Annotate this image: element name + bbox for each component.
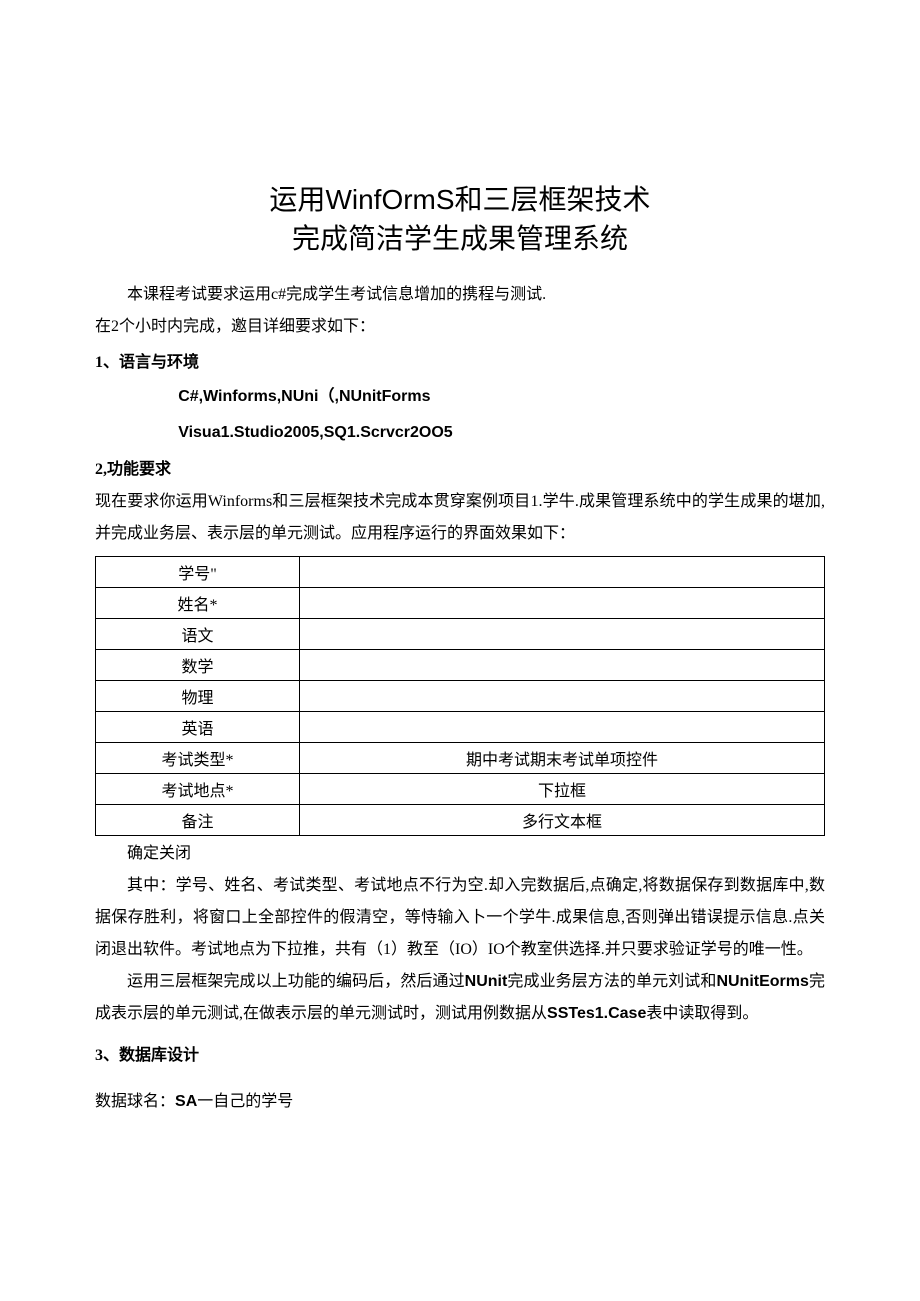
cell-value (300, 680, 825, 711)
cell-value: 多行文本框 (300, 804, 825, 835)
table-row: 姓名* (96, 587, 825, 618)
cell-label: 姓名* (96, 587, 300, 618)
cell-label: 英语 (96, 711, 300, 742)
table-row: 学号" (96, 556, 825, 587)
cell-value (300, 587, 825, 618)
p3-bold-2: NUnitEorms (716, 973, 808, 990)
sec2-head-text: 2,功能要求 (95, 461, 171, 478)
p3-part-d: 表中读取得到。 (646, 1005, 758, 1022)
sec3-head-text: 3、数据库设计 (95, 1047, 199, 1064)
time-requirement: 在2个小时内完成，邀目详细要求如下： (95, 311, 825, 343)
table-row: 备注 多行文本框 (96, 804, 825, 835)
code-line-1: C#,Winforms,NUni（,NUnitForms (178, 379, 825, 414)
section-1-heading: 1、语言与环境 (95, 347, 825, 379)
table-row: 考试地点* 下拉框 (96, 773, 825, 804)
table-row: 英语 (96, 711, 825, 742)
title-part-2: 和三层框架技术 (455, 185, 651, 216)
sec3-p1b: 一自己的学号 (197, 1093, 293, 1110)
cell-label: 考试地点* (96, 773, 300, 804)
title-line-2: 完成简洁学生成果管理系统 (292, 224, 628, 255)
section-2-p3: 运用三层框架完成以上功能的编码后，然后通过NUnit完成业务层方法的单元刘试和N… (95, 966, 825, 1030)
table-row: 物理 (96, 680, 825, 711)
cell-value (300, 618, 825, 649)
time-req-text: 在2个小时内完成，邀目详细要求如下： (95, 318, 375, 335)
title-latin: WinfOrmS (325, 184, 454, 215)
cell-value: 下拉框 (300, 773, 825, 804)
form-table: 学号" 姓名* 语文 数学 物理 英语 考试类型* 期中考试期末考试单项控件 考 (95, 556, 825, 836)
sec3-bold: SA (175, 1093, 197, 1110)
cell-label: 物理 (96, 680, 300, 711)
table-row: 数学 (96, 649, 825, 680)
p3-part-b: 完成业务层方法的单元刘试和 (507, 973, 716, 990)
p3-bold-3: SSTes1.Case (547, 1005, 646, 1022)
section-2-p2: 其中：学号、姓名、考试类型、考试地点不行为空.却入完数据后,点确定,将数据保存到… (95, 870, 825, 966)
title-part-1: 运用 (269, 185, 325, 216)
cell-label: 学号" (96, 556, 300, 587)
cell-value (300, 711, 825, 742)
cell-label: 数学 (96, 649, 300, 680)
sec3-p1a: 数据球名： (95, 1093, 175, 1110)
sec1-head-text: 1、语言与环境 (95, 354, 199, 371)
p3-part-a: 运用三层框架完成以上功能的编码后，然后通过 (127, 973, 465, 990)
intro-text: 本课程考试要求运用c#完成学生考试信息增加的携程与测试. (127, 286, 546, 303)
intro-paragraph: 本课程考试要求运用c#完成学生考试信息增加的携程与测试. (95, 279, 825, 311)
below-table-text: 确定关闭 (95, 838, 825, 870)
document-title: 运用WinfOrmS和三层框架技术 完成简洁学生成果管理系统 (95, 180, 825, 259)
section-3-heading: 3、数据库设计 (95, 1040, 825, 1072)
cell-label: 备注 (96, 804, 300, 835)
section-2-p1: 现在要求你运用Winforms和三层框架技术完成本贯穿案例项目1.学牛.成果管理… (95, 486, 825, 550)
section-3-p1: 数据球名：SA一自己的学号 (95, 1086, 825, 1118)
cell-value: 期中考试期末考试单项控件 (300, 742, 825, 773)
p3-bold-1: NUnit (465, 973, 508, 990)
cell-label: 考试类型* (96, 742, 300, 773)
cell-value (300, 556, 825, 587)
table-row: 考试类型* 期中考试期末考试单项控件 (96, 742, 825, 773)
table-row: 语文 (96, 618, 825, 649)
section-2-heading: 2,功能要求 (95, 454, 825, 486)
cell-value (300, 649, 825, 680)
code-line-2: Visua1.Studio2005,SQ1.Scrvcr2OO5 (178, 415, 825, 450)
cell-label: 语文 (96, 618, 300, 649)
document-page: 运用WinfOrmS和三层框架技术 完成简洁学生成果管理系统 本课程考试要求运用… (0, 0, 920, 1178)
